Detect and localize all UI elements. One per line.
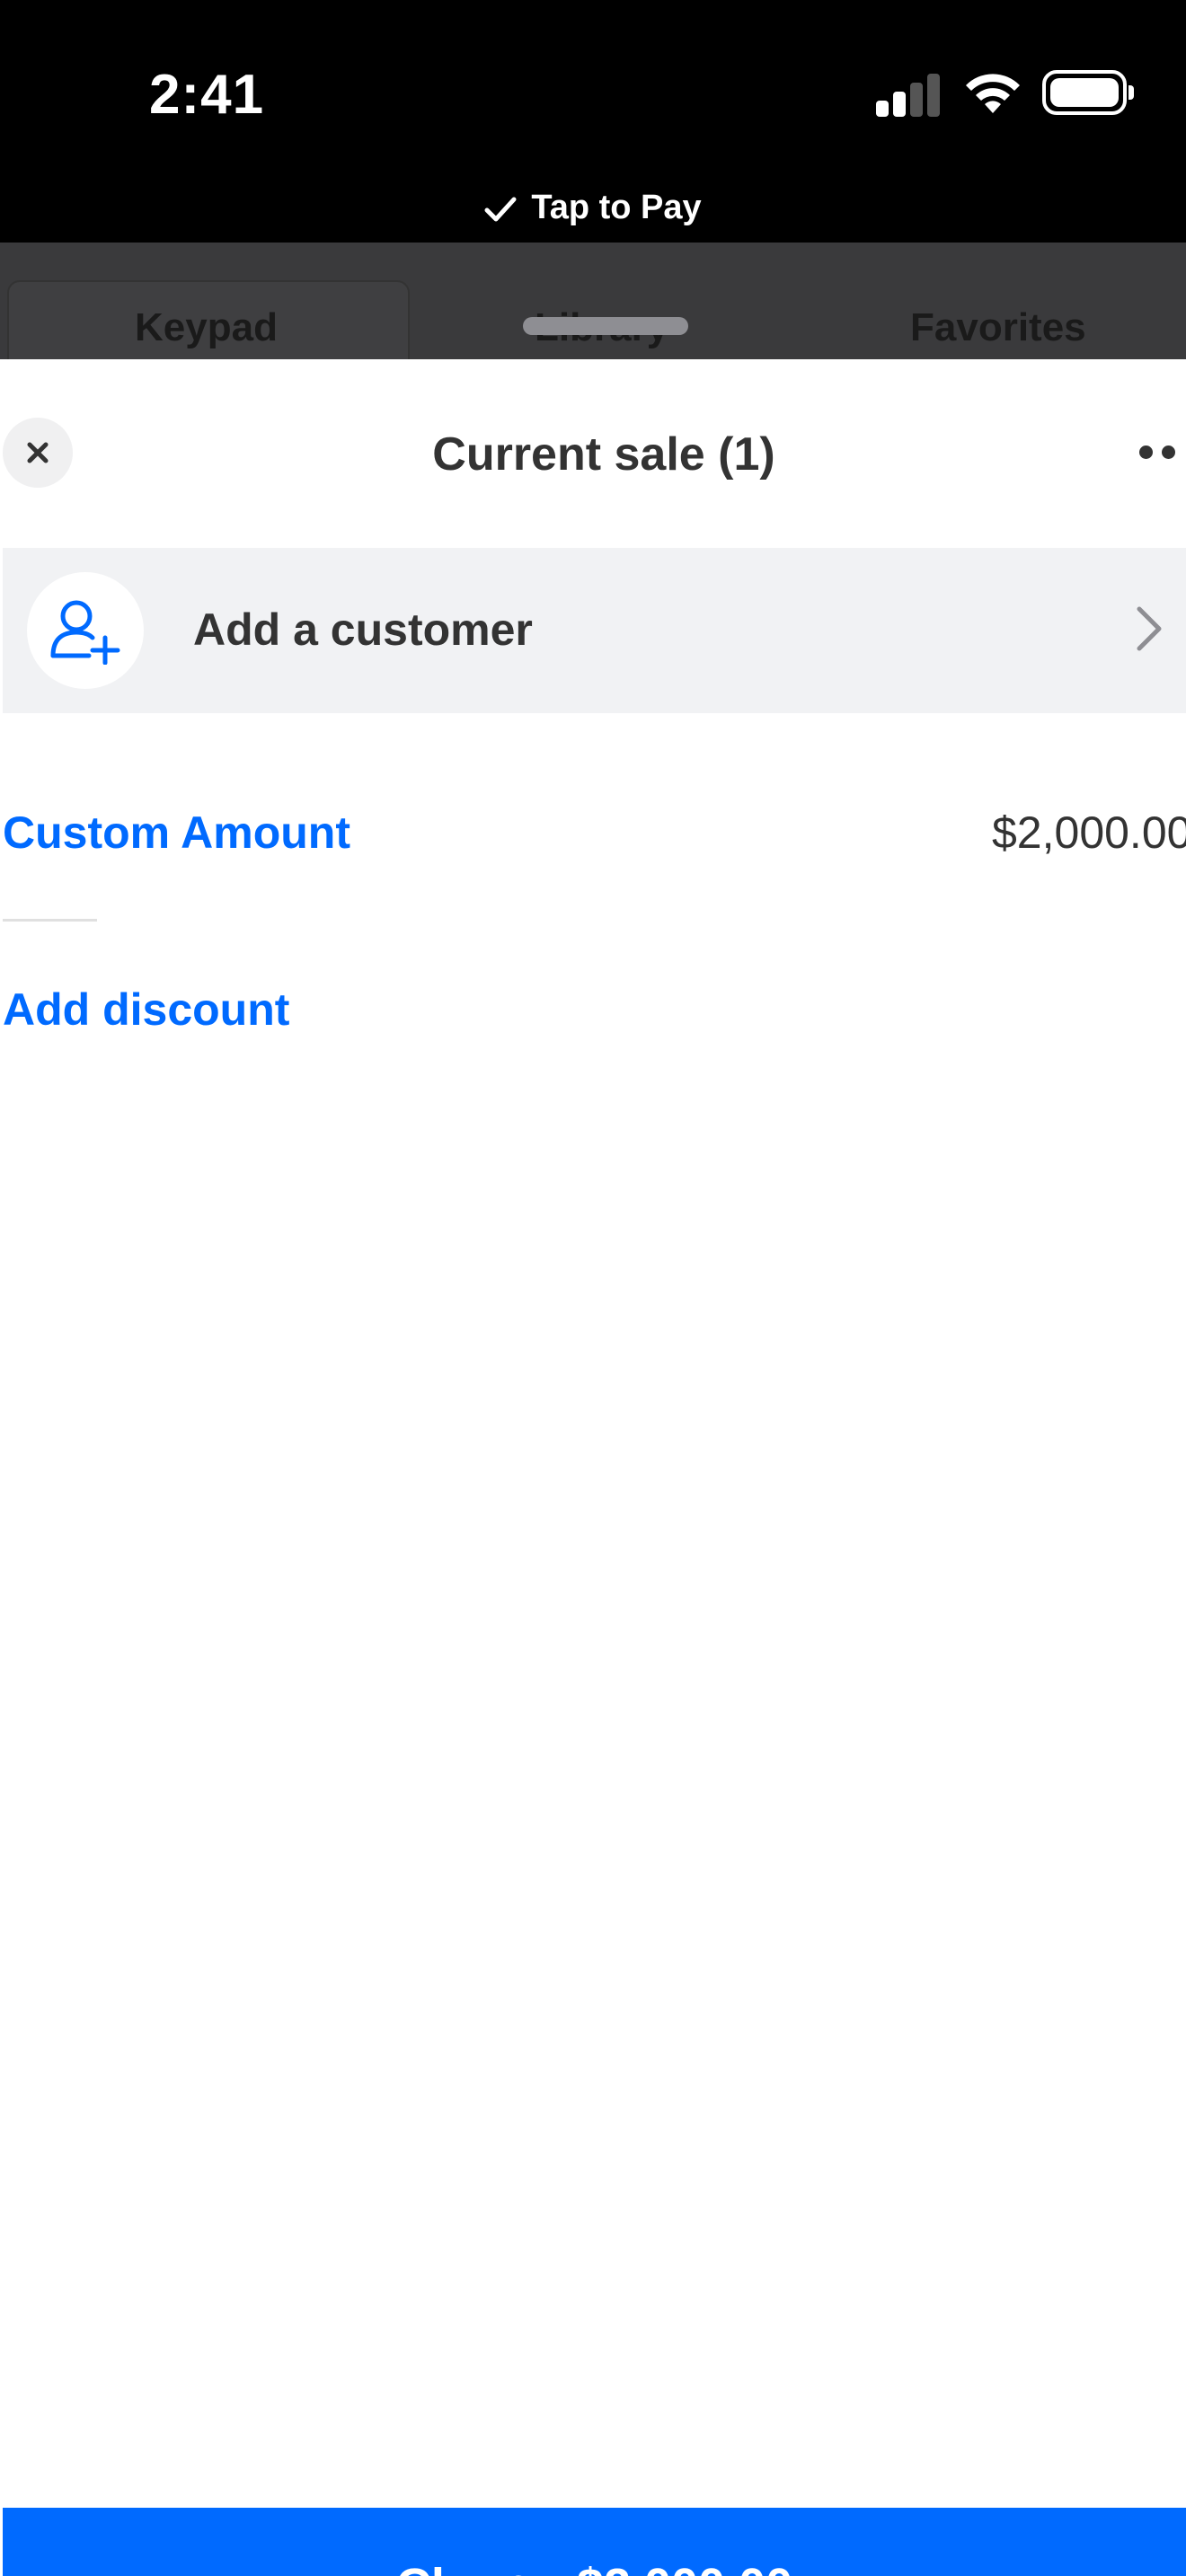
add-discount-button[interactable]: Add discount <box>3 984 289 1036</box>
add-person-icon <box>50 600 120 665</box>
tap-to-pay-status: Tap to Pay <box>0 189 1186 227</box>
current-sale-sheet: Current sale (1) Add a customer Custom A… <box>0 359 1186 2576</box>
avatar <box>27 572 144 689</box>
status-time: 2:41 <box>149 64 265 126</box>
checkmark-icon <box>484 197 517 222</box>
tab-keypad[interactable]: Keypad <box>135 305 278 350</box>
add-customer-label: Add a customer <box>193 604 533 655</box>
sheet-title: Current sale (1) <box>432 428 775 481</box>
tab-favorites[interactable]: Favorites <box>910 305 1086 350</box>
tap-to-pay-label: Tap to Pay <box>531 189 702 226</box>
background-tab-bar: Keypad Library Favorites <box>0 243 1186 359</box>
status-bar: 2:41 <box>0 0 1186 180</box>
more-options-icon[interactable] <box>1139 446 1184 463</box>
charge-button[interactable]: Charge $2,000.00 <box>3 2508 1186 2576</box>
battery-icon <box>1042 70 1134 115</box>
charge-button-label: Charge $2,000.00 <box>3 2558 1186 2576</box>
line-item-price: $2,000.00 <box>992 807 1186 858</box>
wifi-icon <box>966 74 1020 113</box>
line-item-name[interactable]: Custom Amount <box>3 807 350 859</box>
chevron-right-icon <box>1137 606 1162 651</box>
add-customer-row[interactable]: Add a customer <box>3 548 1186 713</box>
cellular-signal-icon <box>876 70 941 117</box>
divider <box>3 919 97 922</box>
sheet-grabber[interactable] <box>523 317 688 335</box>
